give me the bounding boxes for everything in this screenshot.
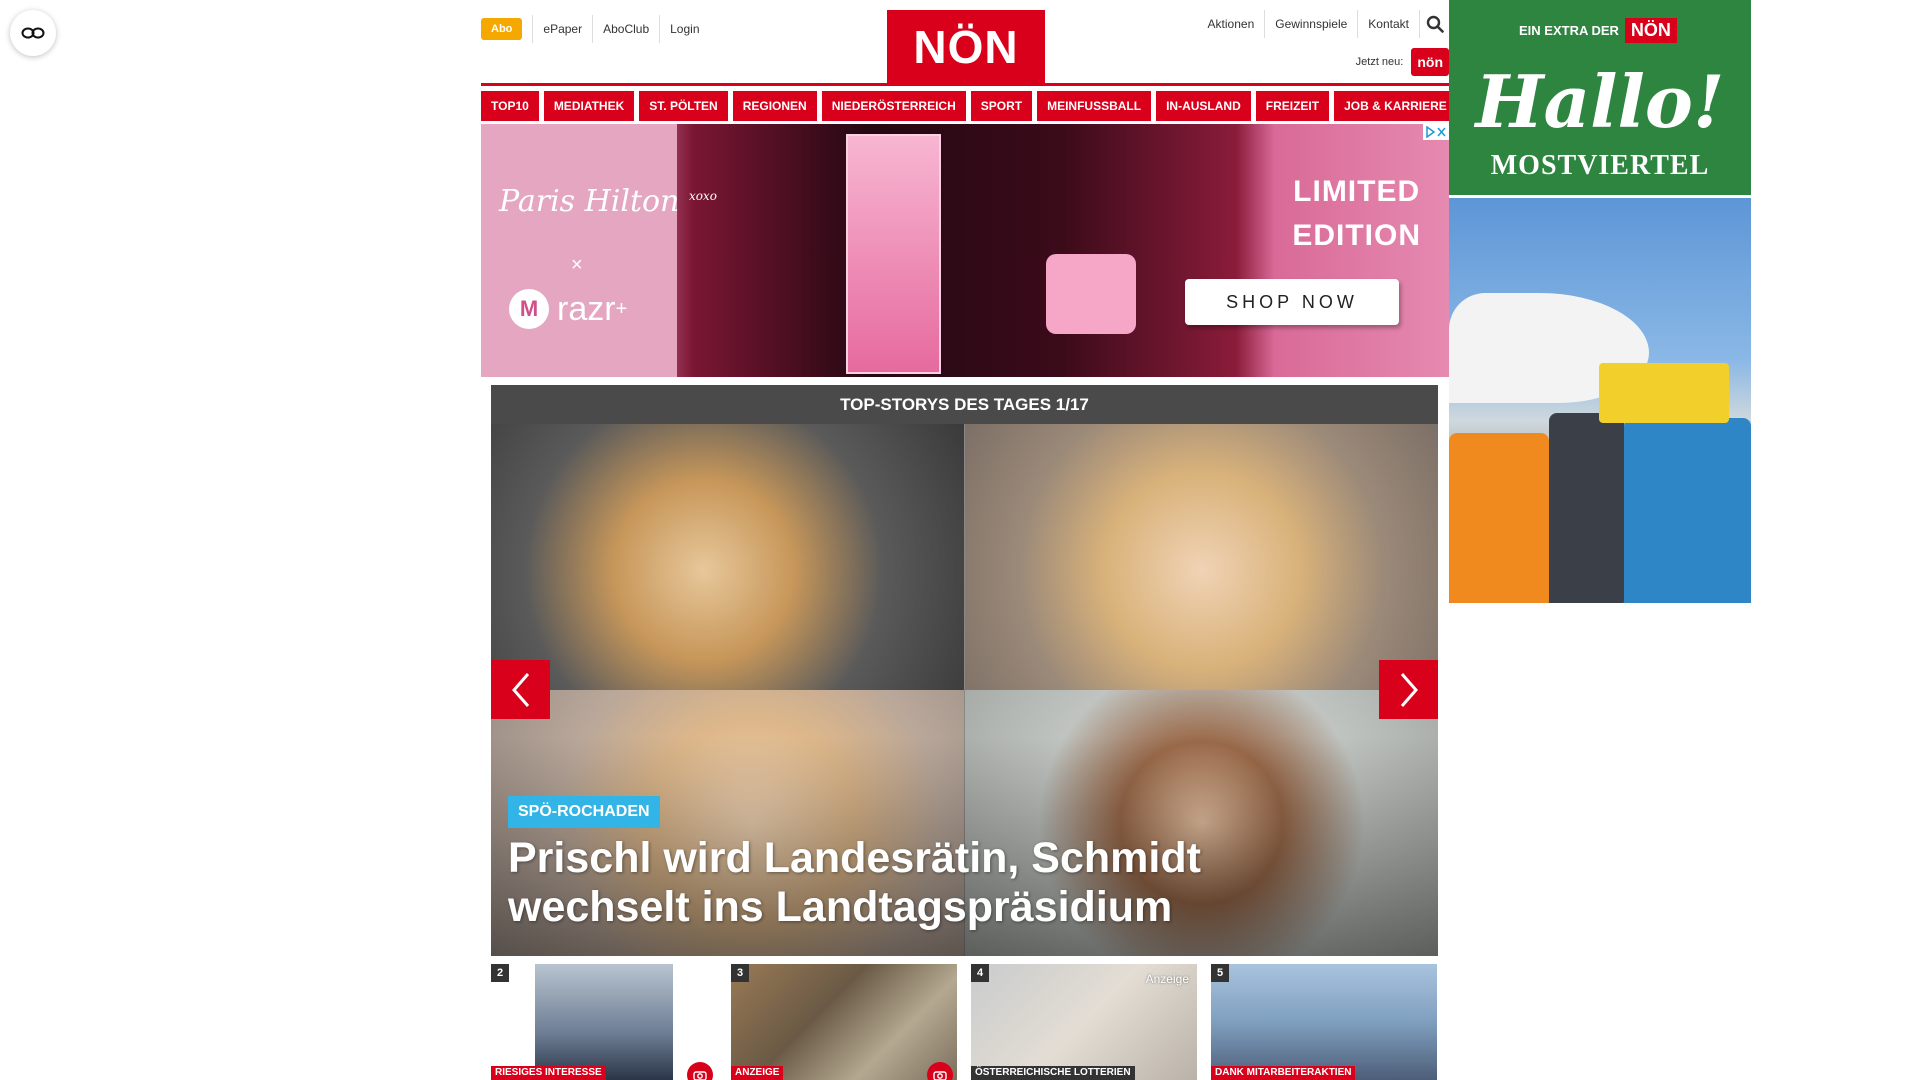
- jetzt-neu-label: Jetzt neu:: [1355, 56, 1404, 68]
- nav-item-st-poelten[interactable]: ST. PÖLTEN: [639, 91, 728, 121]
- teaser-image: [1211, 964, 1437, 1080]
- glasses-icon: [21, 27, 45, 39]
- top-left-links: Abo ePaper AboClub Login: [481, 14, 710, 44]
- login-link[interactable]: Login: [659, 15, 709, 43]
- story-teasers-row: 2 RIESIGES INTERESSE 3 ANZEIGE 4 Anzeige…: [491, 964, 1438, 1080]
- teaser-number: 5: [1211, 964, 1229, 982]
- nav-item-sport[interactable]: SPORT: [970, 91, 1033, 121]
- ad-banner[interactable]: Paris Hilton xoxo × M razr + LIMITED EDI…: [481, 124, 1449, 377]
- suitcase-image: [1549, 413, 1624, 603]
- camera-icon: [933, 1071, 947, 1080]
- top-stories-header: TOP-STORYS DES TAGES 1/17: [491, 385, 1438, 424]
- vehicle-image: [1599, 363, 1729, 423]
- gewinnspiele-link[interactable]: Gewinnspiele: [1264, 10, 1357, 38]
- ad-brand-suffix: xoxo: [688, 189, 717, 203]
- hero-image-quadrant: [965, 424, 1438, 690]
- header-divider: [481, 83, 1449, 86]
- top-stories-carousel[interactable]: SPÖ-ROCHADEN Prischl wird Landesrätin, S…: [491, 424, 1438, 956]
- story-teaser[interactable]: 4 Anzeige ÖSTERREICHISCHE LOTTERIEN: [971, 964, 1197, 1080]
- side-ad-photo: [1449, 198, 1751, 603]
- teaser-label: ANZEIGE: [731, 1066, 784, 1080]
- camera-icon: [693, 1071, 707, 1080]
- teaser-label: ÖSTERREICHISCHE LOTTERIEN: [971, 1066, 1135, 1080]
- suitcase-image: [1624, 418, 1751, 603]
- side-ad-header: EIN EXTRA DER NÖN Hallo! MOSTVIERTEL: [1449, 0, 1751, 195]
- gallery-badge: [687, 1062, 713, 1080]
- abo-button[interactable]: Abo: [481, 18, 523, 40]
- epaper-link[interactable]: ePaper: [532, 15, 592, 43]
- chevron-left-icon: [511, 672, 529, 707]
- kontakt-link[interactable]: Kontakt: [1357, 10, 1419, 38]
- adchoices-glyph-icon: [1426, 126, 1446, 138]
- nav-item-niederoesterreich[interactable]: NIEDERÖSTERREICH: [821, 91, 966, 121]
- teaser-image: [731, 964, 957, 1080]
- aktionen-link[interactable]: Aktionen: [1198, 10, 1265, 38]
- shop-now-button[interactable]: SHOP NOW: [1185, 279, 1399, 325]
- side-ad-hallo: Hallo!: [1475, 59, 1725, 144]
- suitcase-image: [1449, 433, 1549, 603]
- carousel-next-button[interactable]: [1379, 660, 1438, 719]
- side-ad-region: MOSTVIERTEL: [1490, 150, 1710, 181]
- jetzt-neu-row: Jetzt neu: nön: [1356, 48, 1449, 76]
- hero-category-tag[interactable]: SPÖ-ROCHADEN: [508, 796, 660, 828]
- teaser-label: DANK MITARBEITERAKTIEN: [1211, 1066, 1356, 1080]
- chevron-right-icon: [1400, 672, 1418, 707]
- ad-headline: LIMITED EDITION: [1292, 170, 1421, 258]
- hero-headline[interactable]: Prischl wird Landesrätin, Schmidt wechse…: [508, 834, 1268, 932]
- teaser-image: [535, 964, 673, 1080]
- ad-headline-line-1: LIMITED: [1293, 175, 1421, 208]
- ad-headline-line-2: EDITION: [1292, 219, 1421, 252]
- logo-text: NÖN: [913, 21, 1019, 73]
- ad-product-box-image: [846, 134, 941, 374]
- nav-item-meinfussball[interactable]: MEINFUSSBALL: [1037, 91, 1152, 121]
- side-ad-extra-label: EIN EXTRA DER: [1519, 23, 1619, 38]
- nav-item-regionen[interactable]: REGIONEN: [732, 91, 817, 121]
- nav-item-top10[interactable]: TOP10: [481, 91, 539, 121]
- nav-item-freizeit[interactable]: FREIZEIT: [1255, 91, 1330, 121]
- ad-brand-text: Paris Hilton xoxo: [499, 184, 717, 219]
- jetzt-neu-badge[interactable]: nön: [1411, 48, 1449, 76]
- ad-partner-name: razr: [557, 289, 616, 328]
- side-ad[interactable]: EIN EXTRA DER NÖN Hallo! MOSTVIERTEL: [1449, 0, 1751, 603]
- story-teaser[interactable]: 3 ANZEIGE: [731, 964, 957, 1080]
- search-button[interactable]: [1419, 10, 1449, 38]
- nav-item-job-karriere[interactable]: JOB & KARRIERE: [1334, 91, 1457, 121]
- nav-item-mediathek[interactable]: MEDIATHEK: [543, 91, 635, 121]
- top-right-links: Aktionen Gewinnspiele Kontakt: [1198, 10, 1449, 38]
- aboclub-link[interactable]: AboClub: [592, 15, 659, 43]
- page: Abo ePaper AboClub Login NÖN Aktionen Ge…: [0, 0, 1920, 1080]
- teaser-number: 3: [731, 964, 749, 982]
- ad-partner-plus: +: [615, 297, 628, 320]
- motorola-logo-icon: M: [509, 289, 549, 329]
- carousel-prev-button[interactable]: [491, 660, 550, 719]
- side-ad-logo: NÖN: [1624, 18, 1677, 43]
- main-nav: TOP10 MEDIATHEK ST. PÖLTEN REGIONEN NIED…: [481, 91, 1457, 121]
- teaser-number: 4: [971, 964, 989, 982]
- side-ad-extra-row: EIN EXTRA DER NÖN: [1519, 18, 1677, 43]
- site-logo[interactable]: NÖN: [887, 10, 1045, 84]
- story-teaser[interactable]: 5 DANK MITARBEITERAKTIEN: [1211, 964, 1437, 1080]
- ad-partner: M razr +: [509, 289, 627, 329]
- story-teaser[interactable]: 2 RIESIGES INTERESSE: [491, 964, 717, 1080]
- site-header: Abo ePaper AboClub Login NÖN Aktionen Ge…: [481, 0, 1449, 86]
- ad-x-text: ×: [571, 254, 583, 276]
- teaser-number: 2: [491, 964, 509, 982]
- nav-item-in-ausland[interactable]: IN-AUSLAND: [1156, 91, 1251, 121]
- teaser-anzeige-label: Anzeige: [1145, 972, 1189, 986]
- ad-phone-image: [1046, 254, 1136, 334]
- adchoices-icon[interactable]: [1423, 124, 1449, 140]
- teaser-label: RIESIGES INTERESSE: [491, 1066, 606, 1080]
- accessibility-toggle-button[interactable]: [10, 10, 56, 56]
- ad-left-panel: [481, 124, 677, 377]
- hero-image-quadrant: [491, 424, 964, 690]
- search-icon: [1426, 15, 1444, 33]
